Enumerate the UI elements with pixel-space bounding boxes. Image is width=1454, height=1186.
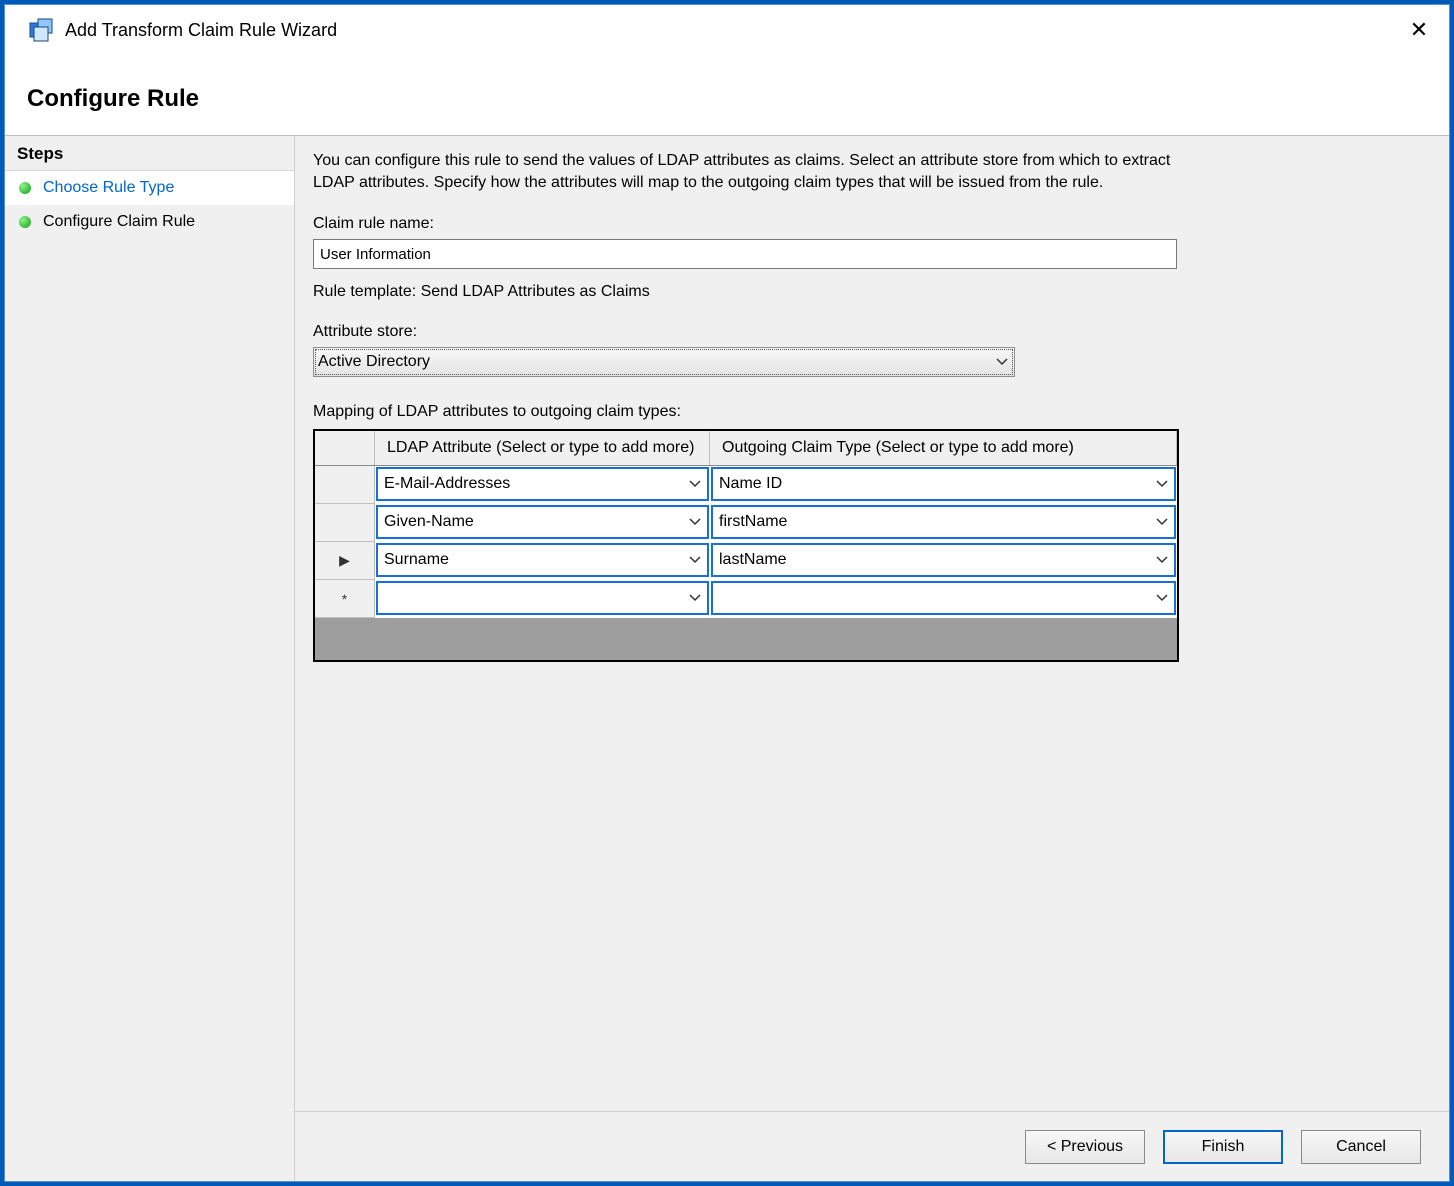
- table-row: ▶ Surname lastName: [315, 542, 1177, 580]
- chevron-down-icon: [689, 594, 701, 602]
- table-row: E-Mail-Addresses Name ID: [315, 466, 1177, 504]
- step-bullet-icon: [19, 216, 31, 228]
- column-header-claim[interactable]: Outgoing Claim Type (Select or type to a…: [710, 431, 1177, 465]
- step-label: Choose Rule Type: [43, 179, 174, 197]
- step-label: Configure Claim Rule: [43, 213, 195, 231]
- wizard-window: Add Transform Claim Rule Wizard ✕ Config…: [4, 4, 1450, 1182]
- row-selector-new[interactable]: *: [315, 580, 375, 618]
- mapping-label: Mapping of LDAP attributes to outgoing c…: [313, 403, 1427, 421]
- grid-footer: [315, 618, 1177, 660]
- outgoing-claim-combo[interactable]: lastName: [711, 543, 1176, 577]
- row-selector[interactable]: [315, 466, 375, 504]
- column-header-ldap[interactable]: LDAP Attribute (Select or type to add mo…: [375, 431, 710, 465]
- chevron-down-icon: [996, 358, 1008, 366]
- row-selector[interactable]: [315, 504, 375, 542]
- rule-template-label: Rule template: Send LDAP Attributes as C…: [313, 283, 1427, 301]
- combo-value: Given-Name: [384, 513, 474, 531]
- chevron-down-icon: [1156, 480, 1168, 488]
- content-inner: You can configure this rule to send the …: [295, 136, 1449, 1111]
- grid-header-row: LDAP Attribute (Select or type to add mo…: [315, 431, 1177, 466]
- wizard-icon: [29, 18, 53, 42]
- chevron-down-icon: [1156, 556, 1168, 564]
- table-row: Given-Name firstName: [315, 504, 1177, 542]
- chevron-down-icon: [689, 556, 701, 564]
- chevron-down-icon: [689, 480, 701, 488]
- combo-value: Name ID: [719, 475, 782, 493]
- attribute-store-label: Attribute store:: [313, 323, 1427, 341]
- cancel-button[interactable]: Cancel: [1301, 1130, 1421, 1164]
- button-bar: < Previous Finish Cancel: [295, 1111, 1449, 1181]
- previous-button[interactable]: < Previous: [1025, 1130, 1145, 1164]
- content-panel: You can configure this rule to send the …: [295, 136, 1449, 1181]
- attribute-store-value: Active Directory: [318, 353, 430, 371]
- finish-button[interactable]: Finish: [1163, 1130, 1283, 1164]
- chevron-down-icon: [1156, 518, 1168, 526]
- step-choose-rule-type[interactable]: Choose Rule Type: [5, 171, 294, 205]
- ldap-attribute-combo[interactable]: Surname: [376, 543, 709, 577]
- chevron-down-icon: [689, 518, 701, 526]
- chevron-down-icon: [1156, 594, 1168, 602]
- row-header-spacer: [315, 431, 375, 465]
- ldap-attribute-combo[interactable]: Given-Name: [376, 505, 709, 539]
- claim-rule-name-input[interactable]: [313, 239, 1177, 269]
- wizard-body: Steps Choose Rule Type Configure Claim R…: [5, 136, 1449, 1181]
- page-header: Configure Rule: [5, 55, 1449, 136]
- combo-value: Surname: [384, 551, 449, 569]
- rule-description: You can configure this rule to send the …: [313, 150, 1183, 193]
- row-selector-current[interactable]: ▶: [315, 542, 375, 580]
- grid-body: E-Mail-Addresses Name ID Given-N: [315, 466, 1177, 618]
- table-row-new: *: [315, 580, 1177, 618]
- combo-value: firstName: [719, 513, 787, 531]
- page-title: Configure Rule: [27, 85, 1449, 113]
- combo-value: lastName: [719, 551, 787, 569]
- steps-header: Steps: [5, 136, 294, 171]
- step-configure-claim-rule[interactable]: Configure Claim Rule: [5, 205, 294, 239]
- outgoing-claim-combo[interactable]: firstName: [711, 505, 1176, 539]
- outgoing-claim-combo[interactable]: [711, 581, 1176, 615]
- mapping-grid: LDAP Attribute (Select or type to add mo…: [313, 429, 1179, 662]
- claim-rule-name-label: Claim rule name:: [313, 215, 1427, 233]
- step-bullet-icon: [19, 182, 31, 194]
- titlebar: Add Transform Claim Rule Wizard ✕: [5, 5, 1449, 55]
- ldap-attribute-combo[interactable]: E-Mail-Addresses: [376, 467, 709, 501]
- close-icon: ✕: [1410, 17, 1428, 43]
- combo-value: E-Mail-Addresses: [384, 475, 510, 493]
- outgoing-claim-combo[interactable]: Name ID: [711, 467, 1176, 501]
- close-button[interactable]: ✕: [1399, 10, 1439, 50]
- ldap-attribute-combo[interactable]: [376, 581, 709, 615]
- window-title: Add Transform Claim Rule Wizard: [65, 20, 1399, 41]
- attribute-store-dropdown[interactable]: Active Directory: [313, 347, 1015, 377]
- steps-panel: Steps Choose Rule Type Configure Claim R…: [5, 136, 295, 1181]
